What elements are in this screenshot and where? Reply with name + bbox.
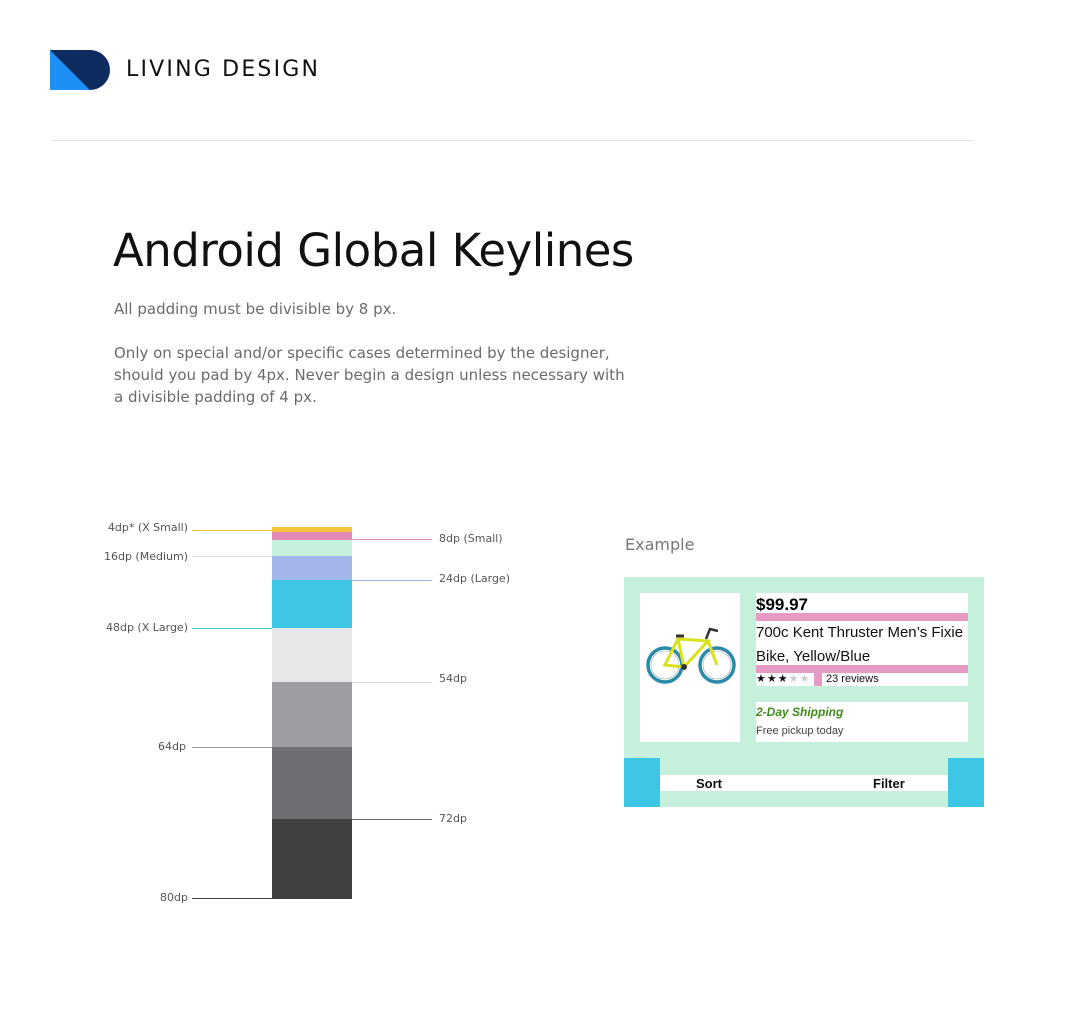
keyline-leader-medium bbox=[192, 556, 272, 557]
keyline-label-72dp: 72dp bbox=[439, 812, 467, 825]
keyline-leader-large bbox=[352, 580, 432, 581]
keyline-label-small: 8dp (Small) bbox=[439, 532, 503, 545]
keyline-leader-64dp bbox=[192, 747, 272, 748]
star-filled-icon: ★ bbox=[766, 673, 778, 685]
keyline-segment-72dp bbox=[272, 747, 352, 819]
rating-stars: ★★★★★ bbox=[756, 672, 810, 685]
shipping-label: 2-Day Shipping bbox=[756, 705, 844, 719]
keyline-label-xlarge: 48dp (X Large) bbox=[105, 621, 188, 634]
keyline-segment-48dp bbox=[272, 580, 352, 628]
star-empty-icon: ★ bbox=[799, 673, 811, 685]
keyline-segment-16dp bbox=[272, 540, 352, 556]
brand-name: LIVING DESIGN bbox=[126, 57, 321, 82]
keyline-leader-small bbox=[352, 539, 432, 540]
page-title: Android Global Keylines bbox=[113, 224, 634, 277]
keyline-label-64dp: 64dp bbox=[158, 740, 186, 753]
keyline-leader-54dp bbox=[352, 682, 432, 683]
intro-paragraph-1: All padding must be divisible by 8 px. bbox=[114, 300, 397, 318]
keyline-segment-24dp bbox=[272, 556, 352, 580]
toolbar-edge-left bbox=[624, 758, 660, 807]
keyline-label-medium: 16dp (Medium) bbox=[103, 550, 188, 563]
keyline-leader-72dp bbox=[352, 819, 432, 820]
keyline-leader-xsmall bbox=[192, 530, 272, 531]
header-divider bbox=[52, 140, 974, 141]
living-design-logo-icon bbox=[50, 50, 110, 90]
star-filled-icon: ★ bbox=[777, 673, 789, 685]
intro-paragraph-2: Only on special and/or specific cases de… bbox=[114, 344, 625, 406]
reviews-count[interactable]: 23 reviews bbox=[826, 673, 879, 685]
keyline-segment-80dp bbox=[272, 819, 352, 899]
keyline-label-80dp: 80dp bbox=[160, 891, 188, 904]
pickup-label: Free pickup today bbox=[756, 725, 844, 737]
example-product-card: $99.97 700c Kent Thruster Men’s Fixie Bi… bbox=[624, 577, 984, 807]
filter-button[interactable]: Filter bbox=[873, 776, 905, 791]
padding-indicator-rating bbox=[814, 673, 822, 686]
example-label: Example bbox=[625, 535, 695, 554]
keyline-leader-80dp bbox=[192, 898, 272, 899]
keyline-label-xsmall: 4dp* (X Small) bbox=[107, 521, 188, 534]
bicycle-icon bbox=[646, 627, 736, 684]
sort-button[interactable]: Sort bbox=[696, 776, 722, 791]
product-title[interactable]: 700c Kent Thruster Men’s Fixie Bike, Yel… bbox=[756, 621, 966, 669]
toolbar-edge-right bbox=[948, 758, 984, 807]
keyline-label-large: 24dp (Large) bbox=[439, 572, 510, 585]
star-empty-icon: ★ bbox=[788, 673, 800, 685]
star-filled-icon: ★ bbox=[756, 673, 767, 685]
product-price: $99.97 bbox=[756, 595, 808, 614]
keyline-label-54dp: 54dp bbox=[439, 672, 467, 685]
product-image bbox=[640, 593, 740, 742]
keyline-segment-54dp bbox=[272, 628, 352, 682]
keyline-leader-xlarge bbox=[192, 628, 272, 629]
keyline-segment-64dp bbox=[272, 682, 352, 747]
keyline-segment-8dp bbox=[272, 532, 352, 540]
